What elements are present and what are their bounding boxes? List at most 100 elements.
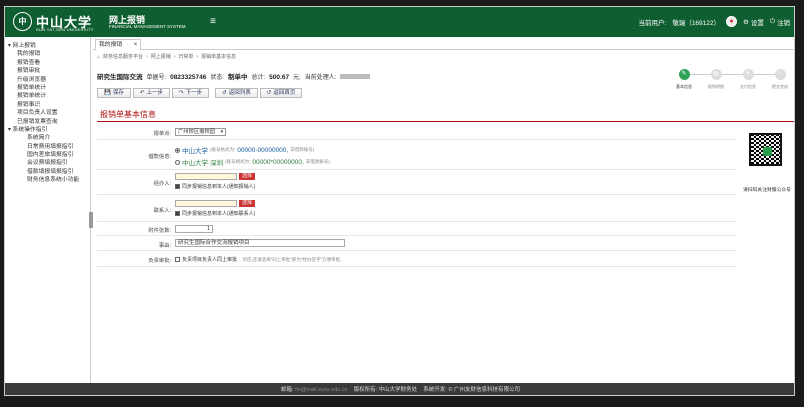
campus-label: 报单点: — [153, 131, 171, 137]
form-row-attachments: 附件张数: 1 — [97, 222, 737, 236]
handler-sync-checkbox[interactable] — [175, 184, 180, 190]
app-window: 中 中山大学 SUN YAT-SEN UNIVERSITY 网上报销 FINAN… — [4, 6, 795, 396]
breadcrumb-item[interactable]: 日常单 — [178, 53, 193, 60]
sidebar-item[interactable]: 已报销发票查询 — [5, 118, 90, 126]
refresh-icon: ↺ — [266, 89, 272, 96]
breadcrumb-item[interactable]: 网上报销 — [151, 53, 171, 60]
footer: 邮箱: fin@mail.sysu.edu.cn 版权所有: 中山大学财务处 系… — [5, 383, 794, 395]
credit-option-sysu[interactable]: 中山大学 (账号格式为: 00000-00000000, 非借款账号) — [175, 145, 314, 155]
save-icon: 💾 — [104, 89, 111, 96]
sidebar-item[interactable]: 报销查看 — [5, 59, 90, 67]
logout-link[interactable]: ⏻ 注销 — [770, 17, 790, 27]
sidebar-item[interactable]: 报销单统计 — [5, 92, 90, 100]
approval-note: 对还,还请选择"同上审批"即为"经办签字"方便审批; — [242, 257, 342, 262]
sidebar-item[interactable]: 报销审批 — [5, 67, 90, 75]
qr-caption: 请扫码关注财服公众号 — [743, 188, 791, 193]
wechat-icon — [763, 147, 772, 156]
sidebar-item[interactable]: 国内差旅填报指引 — [5, 151, 90, 159]
hamburger-menu-icon[interactable]: ≡ — [210, 16, 216, 27]
form-row-approval: 负责审批: 负责项目负责人同上审批 对还,还请选择"同上审批"即为"经办签字"方… — [97, 251, 737, 267]
sidebar: ▾ 网上报销 我的报销 报销查看 报销审批 升级浏览器 报销单统计 报销单统计 报销事识 项目负… — [5, 37, 93, 383]
save-button[interactable]: 💾 保存 — [97, 88, 131, 98]
sidebar-item[interactable]: 会议费填报指引 — [5, 159, 90, 167]
edit-icon: ✎ — [678, 69, 690, 80]
form-row-reason: 事由: 研究生国际合作交流报销项目 — [97, 236, 737, 251]
gear-icon: ⚙ — [743, 18, 749, 26]
sidebar-item[interactable]: 我的报销 — [5, 50, 90, 58]
check-icon: ✓ — [774, 69, 786, 80]
credit-option-sysu-shenzhen[interactable]: 中山大学·深圳 (账号格式为: 00000*00000000, 非借款账号) — [175, 157, 330, 167]
attachments-label: 附件张数: — [148, 228, 171, 234]
approval-label: 负责审批: — [148, 258, 171, 264]
avatar[interactable]: ● — [726, 16, 738, 27]
contact-input[interactable] — [175, 200, 237, 207]
refresh-icon: ↺ — [222, 89, 227, 96]
settings-link[interactable]: ⚙ 设置 — [743, 17, 764, 27]
contact-label: 联系人: — [153, 208, 171, 214]
document-title: 研究生国际交流 — [97, 74, 143, 81]
tab-my-reimbursement[interactable]: 我的报销 × — [95, 39, 142, 50]
approval-checkbox[interactable] — [175, 257, 180, 263]
sidebar-item[interactable]: 财务信息系统小功能 — [5, 176, 90, 184]
close-icon[interactable]: × — [134, 40, 138, 50]
step-payment[interactable]: ¥ 支付信息 — [737, 69, 759, 90]
previous-step-button[interactable]: ↶ 上一步 — [132, 88, 170, 98]
contact-sync-checkbox[interactable] — [175, 211, 180, 217]
form-row-contact: 联系人: 选择 同步报销信息到本人(通知联系人) — [97, 195, 737, 222]
step-basic-info[interactable]: ✎ 基本信息 — [673, 69, 695, 90]
back-to-list-button[interactable]: ↺ 返回列表 — [215, 88, 258, 98]
reason-label: 事由: — [158, 243, 171, 249]
steps-connector — [689, 74, 779, 75]
handler-input[interactable] — [175, 173, 237, 180]
section-title: 报销单基本信息 — [97, 108, 794, 122]
sidebar-item[interactable]: 报销单统计 — [5, 84, 90, 92]
breadcrumb: ⌂ 财务信息服务平台 › 网上报销 › 日常单 › 报销单基本信息 — [97, 53, 237, 61]
sidebar-group[interactable]: ▾ 网上报销 — [5, 42, 90, 50]
reason-input[interactable]: 研究生国际合作交流报销项目 — [175, 239, 345, 247]
current-user-label: 当前用户: — [638, 19, 667, 27]
sidebar-item[interactable]: 日常费用填报指引 — [5, 143, 90, 151]
current-user-name: 敬瑞（169122） — [672, 19, 721, 27]
main-content: 我的报销 × ⌂ 财务信息服务平台 › 网上报销 › 日常单 › 报销单基本信息 研究… — [93, 37, 794, 383]
email-link[interactable]: fin@mail.sysu.edu.cn — [295, 387, 347, 393]
handler-select-button[interactable]: 选择 — [239, 173, 256, 180]
sidebar-item[interactable]: 系统简介 — [5, 134, 90, 142]
sidebar-item[interactable]: 升级浏览器 — [5, 76, 90, 84]
step-submit[interactable]: ✓ 提交完成 — [769, 69, 791, 90]
back-to-home-button[interactable]: ↺ 返回首页 — [259, 88, 303, 98]
redo-icon: ↷ — [179, 89, 184, 96]
next-step-button[interactable]: ↷ 下一步 — [172, 88, 210, 98]
qr-code-icon — [749, 133, 782, 166]
sidebar-item[interactable]: 报销事识 — [5, 101, 90, 109]
form-row-credit: 借款信息: 中山大学 (账号格式为: 00000-00000000, 非借款账号… — [97, 140, 737, 170]
university-seal-icon: 中 — [13, 12, 32, 31]
radio-checked[interactable] — [175, 147, 180, 153]
sidebar-item[interactable]: 借款填报填报指引 — [5, 168, 90, 176]
sidebar-menu: ▾ 网上报销 我的报销 报销查看 报销审批 升级浏览器 报销单统计 报销单统计 报销事识 项目负… — [5, 42, 90, 185]
document-status: 制单中 — [228, 74, 248, 81]
contact-select-button[interactable]: 选择 — [239, 200, 256, 207]
power-icon: ⏻ — [769, 17, 775, 25]
form-row-handler: 经办人: 选择 同步报销信息到本人(通知报销人) — [97, 170, 737, 195]
user-area: 当前用户: 敬瑞（169122） ● ⚙ 设置 ⏻ 注销 — [638, 16, 790, 27]
document-number: 0823325746 — [170, 74, 207, 81]
attachments-input[interactable]: 1 — [175, 225, 213, 233]
tab-bar: 我的报销 × — [93, 39, 794, 50]
step-details[interactable]: ▤ 报销明细 — [705, 69, 727, 90]
sidebar-item[interactable]: 项目负责人设置 — [5, 109, 90, 117]
copyright-owner: 中山大学财务处 — [378, 387, 418, 393]
radio-unchecked[interactable] — [175, 159, 180, 165]
home-icon[interactable]: ⌂ — [97, 54, 100, 60]
university-logo-en: SUN YAT-SEN UNIVERSITY — [36, 27, 94, 32]
progress-steps: ✎ 基本信息 ▤ 报销明细 ¥ 支付信息 ✓ 提交完成 — [673, 69, 793, 99]
handler-label: 经办人: — [153, 181, 171, 187]
list-icon: ▤ — [710, 69, 722, 80]
top-header: 中 中山大学 SUN YAT-SEN UNIVERSITY 网上报销 FINAN… — [5, 7, 794, 37]
breadcrumb-item[interactable]: 财务信息服务平台 — [103, 53, 143, 60]
campus-select[interactable]: 广州校区南校园 — [175, 128, 227, 136]
breadcrumb-item: 报销单基本信息 — [201, 54, 237, 60]
undo-icon: ↶ — [139, 89, 145, 96]
document-info-bar: 研究生国际交流 单据号: 0823325746 状态: 制单中 总计: 500.67 元… — [97, 71, 371, 81]
sidebar-group[interactable]: ▾ 系统操作指引 — [5, 126, 90, 134]
yuan-icon: ¥ — [742, 69, 754, 80]
